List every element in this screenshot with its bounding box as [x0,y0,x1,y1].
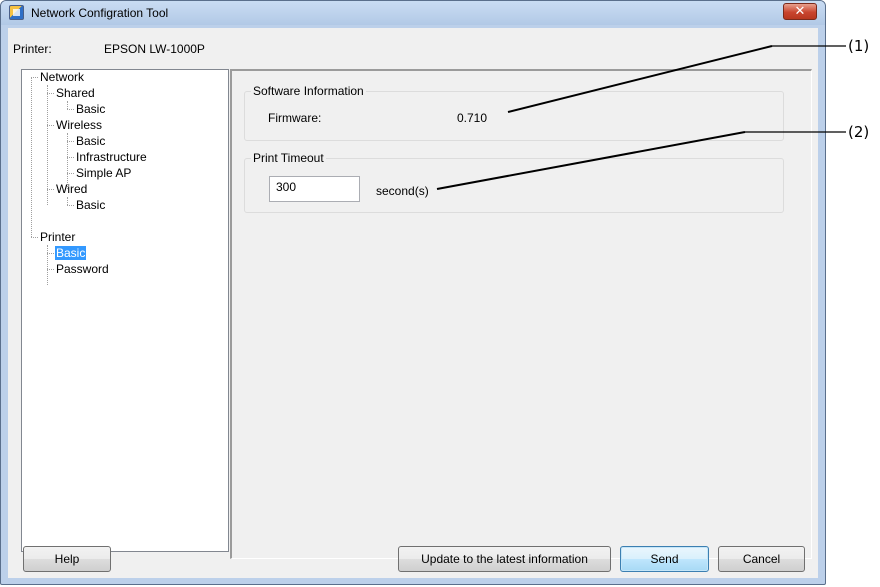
tree-connector [67,157,74,158]
tree-item-shared-basic[interactable]: Basic [76,102,105,117]
tree-item-wired[interactable]: Wired [56,182,87,197]
tree-item-label: Wireless [56,118,103,132]
tree-item-printer-basic[interactable]: Basic [55,246,87,261]
tree-connector [67,101,68,109]
tree-item-label: Shared [56,86,95,100]
tree-item-wired-basic[interactable]: Basic [76,198,105,213]
tree-connector [47,85,48,205]
window-title: Network Configration Tool [31,6,169,20]
tree-connector [31,237,38,238]
tree-item-wireless[interactable]: Wireless [56,118,102,133]
tree-connector [31,77,32,237]
tree-item-label: Wired [56,182,88,196]
tree-item-label: Simple AP [76,166,132,180]
tree-connector [67,173,74,174]
callout-label-2: (2) [848,123,870,141]
tree-item-infrastructure[interactable]: Infrastructure [76,150,147,165]
tree-item-label: Basic [76,134,106,148]
tree-item-shared[interactable]: Shared [56,86,95,101]
group-title: Software Information [251,84,366,98]
tree-connector [47,269,54,270]
tree-connector [67,205,74,206]
printer-name: EPSON LW-1000P [104,42,205,56]
app-window: Network Configration Tool ✕ Printer: EPS… [0,0,826,585]
tree-item-label: Basic [55,246,87,260]
tree-connector [47,253,54,254]
tree-connector [31,77,38,78]
tree-item-label: Basic [76,198,106,212]
settings-panel: Software Information Firmware: 0.710 Pri… [230,69,812,559]
tree-item-printer[interactable]: Printer [40,230,75,245]
settings-tree[interactable]: Network Shared Basic Wireless Basic Infr… [21,69,229,552]
dialog-body: Printer: EPSON LW-1000P Network Shared B… [8,28,818,578]
group-title: Print Timeout [251,151,326,165]
timeout-unit: second(s) [376,184,429,198]
firmware-value: 0.710 [457,111,488,125]
help-button[interactable]: Help [23,546,111,572]
app-icon [9,5,24,20]
update-button[interactable]: Update to the latest information [398,546,611,572]
tree-connector [67,197,68,205]
tree-item-label: Network [40,70,85,84]
tree-item-wireless-basic[interactable]: Basic [76,134,105,149]
printer-label: Printer: [13,42,52,56]
send-button[interactable]: Send [620,546,709,572]
close-button[interactable]: ✕ [783,3,817,20]
tree-item-password[interactable]: Password [56,262,109,277]
software-info-group: Software Information Firmware: 0.710 [244,84,784,141]
title-bar[interactable]: Network Configration Tool ✕ [1,1,825,25]
tree-item-label: Printer [40,230,76,244]
callout-label-1: (1) [848,37,870,55]
tree-connector [67,141,74,142]
tree-connector [47,125,54,126]
tree-item-label: Password [56,262,109,276]
tree-item-label: Infrastructure [76,150,147,164]
tree-connector [47,189,54,190]
tree-connector [67,109,74,110]
timeout-input[interactable]: 300 [269,176,360,202]
firmware-label: Firmware: [268,111,322,125]
print-timeout-group: Print Timeout 300 second(s) [244,151,784,213]
tree-connector [47,93,54,94]
tree-connector [47,245,48,285]
tree-item-network[interactable]: Network [40,70,84,85]
cancel-button[interactable]: Cancel [718,546,805,572]
tree-item-label: Basic [76,102,106,116]
tree-item-simple-ap[interactable]: Simple AP [76,166,131,181]
